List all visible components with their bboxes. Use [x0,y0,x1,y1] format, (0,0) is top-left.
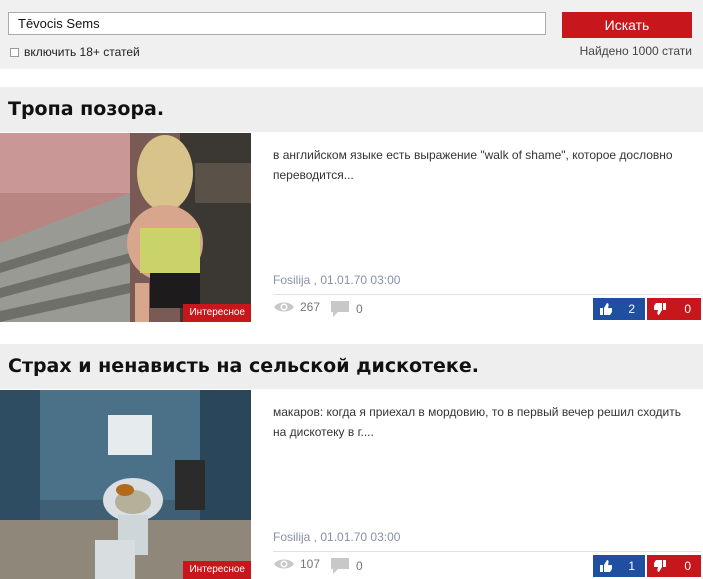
article-thumbnail[interactable]: Интересное [0,390,251,579]
thumbs-down-icon [654,560,666,572]
thumbnail-image-restroom [0,390,251,579]
views-number: 267 [300,300,321,314]
adult-toggle[interactable]: включить 18+ статей [10,45,140,59]
dislikes-number: 0 [684,559,691,573]
comments-number: 0 [356,559,363,573]
views-number: 107 [300,557,321,571]
article-card: Тропа позора. Интересное в английском яз… [0,87,703,327]
article-meta: Fosilija , 01.01.70 03:00 [273,273,401,287]
dislike-button[interactable]: 0 [647,298,701,320]
divider [273,551,701,552]
thumbs-up-icon [600,303,612,315]
comment-icon [331,558,349,574]
dislike-button[interactable]: 0 [647,555,701,577]
article-excerpt: в английском языке есть выражение "walk … [273,148,673,182]
search-button[interactable]: Искать [562,12,692,38]
search-input[interactable]: Tēvocis Sems [8,12,546,35]
adult-label: включить 18+ статей [24,45,140,59]
dislikes-number: 0 [684,302,691,316]
comments-number: 0 [356,302,363,316]
comment-icon [331,301,349,317]
comment-count[interactable]: 0 [330,557,363,575]
article-thumbnail[interactable]: Интересное [0,133,251,322]
category-badge[interactable]: Интересное [183,304,251,322]
thumbs-down-icon [654,303,666,315]
like-button[interactable]: 2 [593,298,645,320]
thumbs-up-icon [600,560,612,572]
eye-icon [274,302,294,312]
adult-checkbox[interactable] [10,47,19,57]
article-title[interactable]: Страх и ненависть на сельской дискотеке. [0,344,703,389]
likes-number: 1 [628,559,635,573]
thumbnail-image-stairs [0,133,251,322]
article-title[interactable]: Тропа позора. [0,87,703,132]
results-count: Найдено 1000 стати [579,44,692,58]
view-count: 107 [273,557,320,571]
view-count: 267 [273,300,320,314]
eye-icon [274,559,294,569]
search-panel: Tēvocis Sems Искать включить 18+ статей … [0,0,703,69]
article-excerpt: макаров: когда я приехал в мордовию, то … [273,405,682,439]
comment-count[interactable]: 0 [330,300,363,318]
divider [273,294,701,295]
likes-number: 2 [628,302,635,316]
article-meta: Fosilija , 01.01.70 03:00 [273,530,401,544]
category-badge[interactable]: Интересное [183,561,251,579]
like-button[interactable]: 1 [593,555,645,577]
article-card: Страх и ненависть на сельской дискотеке.… [0,344,703,579]
